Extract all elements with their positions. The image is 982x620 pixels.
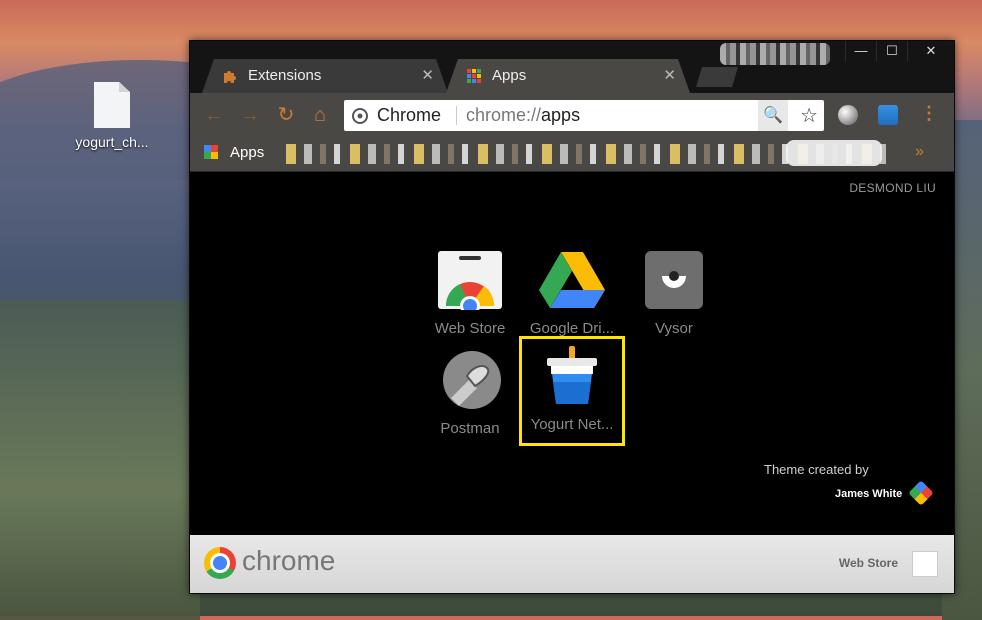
- browser-window: Extensions ✕ Apps ✕ — ☐ ✕ ← → ↻ ⌂ Chrome…: [189, 40, 955, 594]
- bookmark-apps[interactable]: Apps: [204, 144, 264, 161]
- extension-translate-icon[interactable]: [878, 105, 898, 125]
- apps-page: DESMOND LIU Web Store Google Dri... Vyso…: [190, 172, 954, 535]
- tab-close-icon[interactable]: ✕: [421, 66, 434, 84]
- bookmark-redacted[interactable]: [786, 140, 882, 166]
- selection-highlight: [519, 336, 625, 446]
- url-text[interactable]: chrome://apps: [466, 105, 580, 126]
- reload-button[interactable]: ↻: [274, 103, 298, 127]
- user-name[interactable]: DESMOND LIU: [849, 181, 936, 195]
- apps-grid-icon: [204, 145, 218, 159]
- theme-author[interactable]: James White: [835, 488, 902, 500]
- theme-author-logo-icon: [908, 480, 934, 506]
- menu-icon[interactable]: ⋮: [920, 103, 938, 124]
- google-drive-icon: [539, 252, 605, 308]
- close-window-button[interactable]: ✕: [907, 41, 954, 61]
- title-bar: Extensions ✕ Apps ✕ — ☐ ✕: [190, 41, 954, 97]
- app-vysor[interactable]: Vysor: [622, 250, 726, 337]
- desktop-file-label: yogurt_ch...: [75, 134, 149, 150]
- app-label: Google Dri...: [529, 320, 615, 337]
- web-store-link[interactable]: Web Store: [839, 556, 898, 570]
- web-store-icon: [438, 251, 502, 316]
- chrome-page-icon: [352, 108, 368, 124]
- app-label: Vysor: [655, 320, 693, 337]
- home-button[interactable]: ⌂: [308, 103, 332, 127]
- bookmarks-more-icon[interactable]: »: [915, 143, 924, 161]
- app-web-store[interactable]: Web Store: [418, 250, 522, 337]
- vysor-icon: [645, 251, 703, 309]
- tab-apps[interactable]: Apps ✕: [446, 59, 690, 93]
- chrome-wordmark: chrome: [242, 545, 336, 576]
- app-label: Web Store: [434, 320, 506, 337]
- apps-grid-icon: [467, 69, 481, 83]
- footer: chrome Web Store: [190, 535, 954, 593]
- address-bar[interactable]: Chrome chrome://apps 🔍 ☆: [344, 100, 824, 131]
- site-chip: Chrome: [377, 105, 442, 125]
- app-label: Postman: [440, 420, 500, 437]
- profile-area[interactable]: [720, 43, 830, 65]
- app-postman[interactable]: Postman: [418, 350, 522, 437]
- file-icon: [94, 82, 130, 128]
- tab-close-icon[interactable]: ✕: [663, 66, 676, 84]
- new-tab-button[interactable]: [696, 67, 738, 87]
- desktop-terraces: [0, 300, 200, 620]
- web-store-icon[interactable]: [912, 551, 938, 577]
- zoom-icon[interactable]: 🔍: [758, 100, 788, 131]
- tab-label: Extensions: [248, 67, 322, 84]
- bookmark-star-icon[interactable]: ☆: [800, 103, 818, 128]
- desktop-file-icon[interactable]: yogurt_ch...: [62, 82, 162, 150]
- extension-globe-icon[interactable]: [838, 105, 858, 125]
- address-separator: [456, 106, 457, 125]
- postman-icon: [443, 351, 501, 409]
- back-button[interactable]: ←: [202, 103, 226, 127]
- tab-extensions[interactable]: Extensions ✕: [202, 59, 448, 93]
- maximize-button[interactable]: ☐: [876, 41, 907, 61]
- bookmark-apps-label: Apps: [230, 144, 265, 161]
- toolbar: ← → ↻ ⌂ Chrome chrome://apps 🔍 ☆ ⋮: [190, 93, 954, 137]
- bookmarks-bar: Apps »: [190, 137, 954, 172]
- forward-button[interactable]: →: [238, 103, 262, 127]
- theme-credit: Theme created by: [764, 462, 869, 477]
- app-google-drive[interactable]: Google Dri...: [520, 250, 624, 337]
- minimize-button[interactable]: —: [845, 41, 876, 61]
- window-controls: — ☐ ✕: [845, 41, 954, 61]
- tab-label: Apps: [492, 67, 527, 84]
- chrome-logo-icon: [204, 547, 236, 579]
- puzzle-icon: [224, 71, 236, 83]
